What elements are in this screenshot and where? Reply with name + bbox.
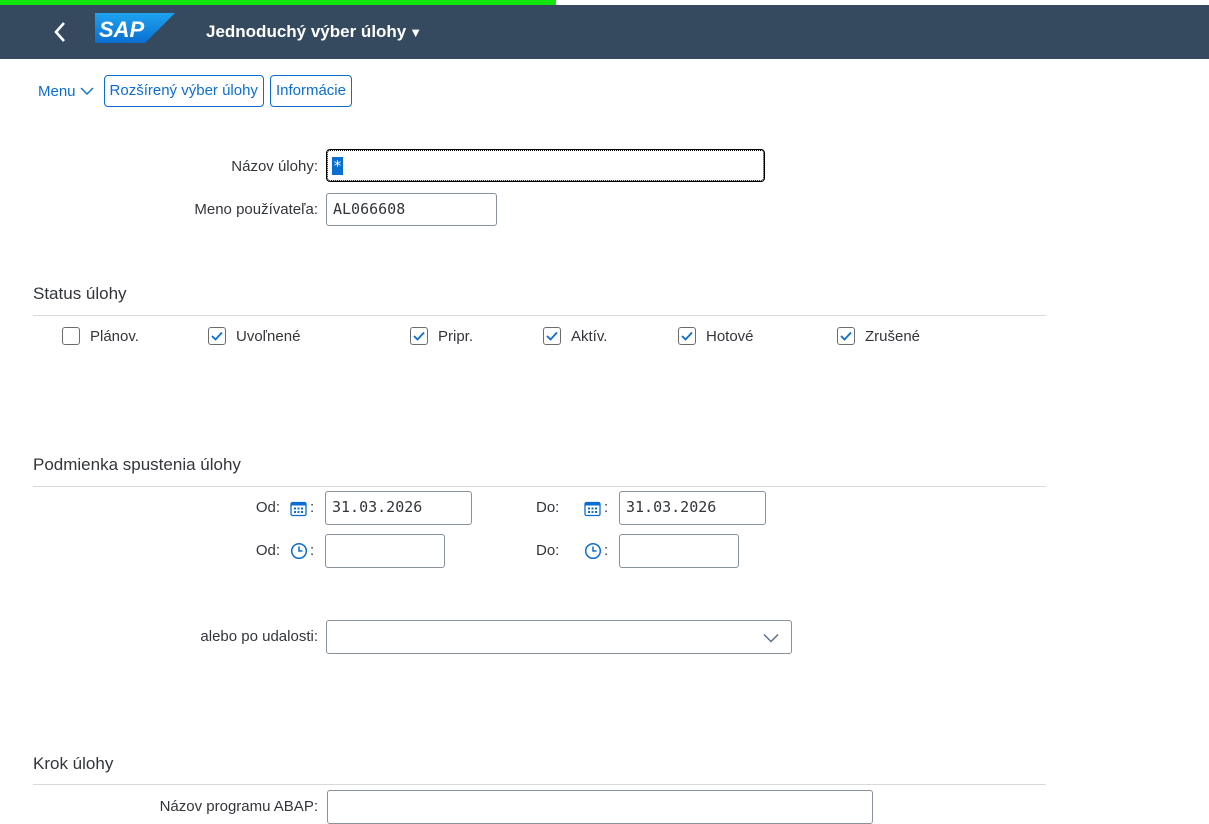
checkbox-label: Uvoľnené [236, 327, 301, 345]
job-name-value: * [332, 157, 344, 175]
calendar-icon[interactable] [290, 500, 307, 517]
to-time-label: Do: [536, 542, 560, 559]
check-icon [211, 331, 223, 341]
back-icon [54, 22, 65, 42]
shell-bar: SAP Jednoduchý výber úlohy ▼ [0, 5, 1209, 59]
extended-selection-button[interactable]: Rozšírený výber úlohy [103, 75, 264, 107]
to-time-input[interactable] [619, 534, 739, 568]
checkbox-ready[interactable]: Pripr. [410, 327, 473, 345]
clock-icon[interactable] [584, 542, 602, 560]
job-step-section-title: Krok úlohy [33, 754, 114, 773]
checkbox-released[interactable]: Uvoľnené [208, 327, 300, 345]
checkbox-planned[interactable]: Plánov. [62, 327, 139, 345]
menu-label: Menu [38, 82, 76, 100]
colon: : [310, 542, 315, 559]
checkbox-box[interactable] [678, 327, 696, 345]
checkbox-label: Pripr. [438, 327, 474, 345]
job-name-input[interactable]: * [326, 149, 765, 182]
abap-program-input[interactable] [327, 790, 873, 824]
status-section-divider [33, 315, 1046, 316]
chevron-down-icon[interactable] [763, 633, 779, 643]
colon: : [310, 499, 315, 516]
from-time-input[interactable] [325, 534, 445, 568]
event-select[interactable] [326, 620, 792, 654]
svg-text:SAP: SAP [99, 17, 145, 42]
to-date-input[interactable]: 31.03.2026 [619, 491, 766, 525]
checkbox-box[interactable] [62, 327, 80, 345]
checkbox-canceled[interactable]: Zrušené [837, 327, 920, 345]
checkbox-box[interactable] [410, 327, 428, 345]
calendar-icon[interactable] [584, 500, 601, 517]
checkbox-label: Aktív. [571, 327, 608, 345]
job-name-label: Názov úlohy: [231, 158, 318, 175]
event-label: alebo po udalosti: [200, 628, 318, 645]
sap-logo: SAP [95, 13, 175, 43]
back-button[interactable] [42, 17, 78, 47]
job-step-divider [33, 784, 1046, 785]
checkbox-box[interactable] [837, 327, 855, 345]
from-date-label: Od: [255, 499, 280, 516]
clock-icon[interactable] [290, 542, 308, 560]
to-date-label: Do: [536, 499, 560, 516]
checkbox-label: Zrušené [865, 327, 921, 345]
caret-down-icon: ▼ [409, 25, 423, 40]
check-icon [681, 331, 693, 341]
checkbox-label: Plánov. [90, 327, 139, 345]
abap-program-label: Názov programu ABAP: [159, 798, 318, 815]
checkbox-finished[interactable]: Hotové [678, 327, 754, 345]
status-section-title: Status úlohy [33, 284, 127, 303]
information-button[interactable]: Informácie [269, 75, 352, 107]
user-name-input[interactable]: AL066608 [326, 193, 497, 226]
check-icon [546, 331, 558, 341]
start-condition-section-title: Podmienka spustenia úlohy [33, 455, 241, 474]
colon: : [604, 542, 609, 559]
checkbox-box[interactable] [543, 327, 561, 345]
start-condition-divider [33, 486, 1046, 487]
app-title: Jednoduchý výber úlohy [206, 22, 407, 41]
from-date-input[interactable]: 31.03.2026 [325, 491, 472, 525]
menu-button[interactable]: Menu [38, 83, 94, 100]
checkbox-label: Hotové [706, 327, 754, 345]
user-name-label: Meno používateľa: [194, 201, 318, 218]
check-icon [413, 331, 425, 341]
app-title-menu[interactable]: Jednoduchý výber úlohy ▼ [206, 21, 422, 44]
colon: : [604, 499, 609, 516]
checkbox-box[interactable] [208, 327, 226, 345]
chevron-down-icon [80, 87, 94, 95]
from-time-label: Od: [255, 542, 280, 559]
toolbar: Menu Rozšírený výber úlohy Informácie [38, 75, 358, 107]
check-icon [840, 331, 852, 341]
checkbox-active[interactable]: Aktív. [543, 327, 607, 345]
